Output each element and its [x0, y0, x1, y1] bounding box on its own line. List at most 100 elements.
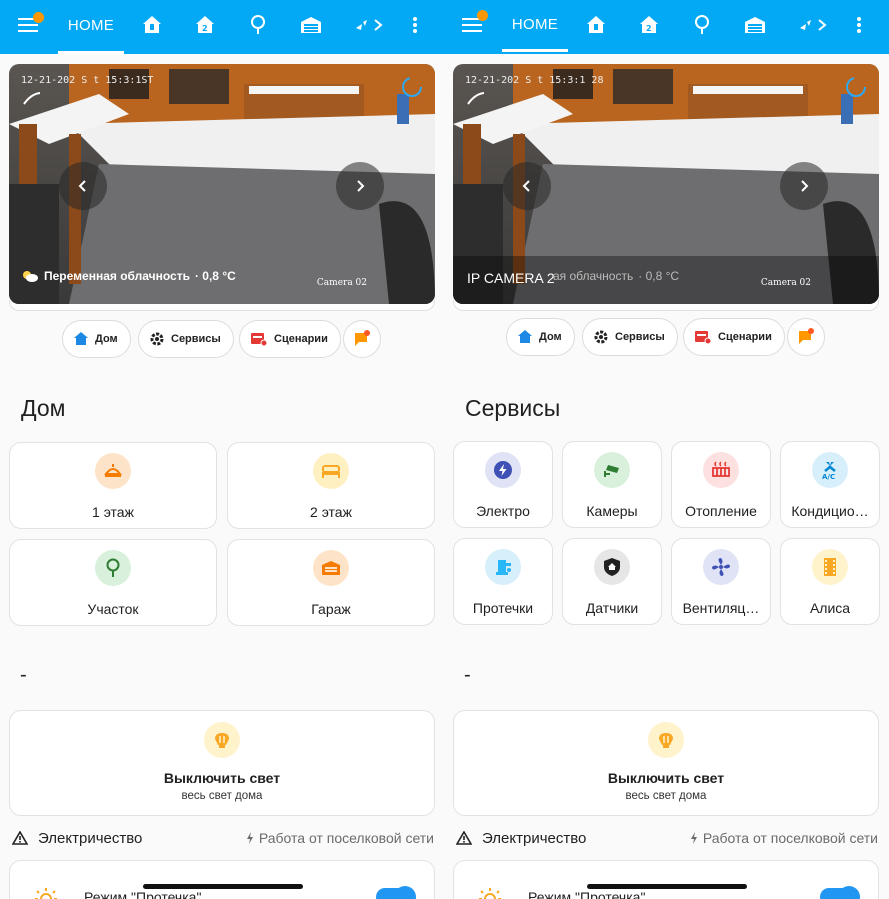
- chip-services[interactable]: Сервисы: [582, 318, 678, 356]
- camera-prev-button[interactable]: [59, 162, 107, 210]
- tab-more-icon[interactable]: [348, 0, 392, 50]
- camera-feed[interactable]: 12-21-202 S t 15:3:1 28 ая облачность · …: [453, 64, 879, 304]
- tree-icon: [95, 550, 131, 586]
- menu-icon[interactable]: [453, 0, 493, 50]
- gear-icon: [150, 332, 164, 346]
- left-panel: HOME 2 12-21-202 S t 15:3:1ST Переменная…: [0, 0, 445, 899]
- chip-home[interactable]: Дом: [506, 318, 575, 356]
- lights-off-button[interactable]: Выключить свет весь свет дома: [9, 710, 435, 816]
- camera-prev-button[interactable]: [503, 162, 551, 210]
- tab-home[interactable]: HOME: [58, 0, 124, 54]
- right-panel: HOME 2 12-21-202 S t 15:3:1 28 ая облачн…: [445, 0, 889, 899]
- weather-text: ая облачность: [553, 269, 634, 283]
- chevron-left-icon: [78, 180, 86, 192]
- tab-home[interactable]: HOME: [502, 0, 568, 52]
- menu-icon[interactable]: [9, 0, 49, 50]
- leak-mode-toggle[interactable]: [820, 886, 860, 899]
- scenes-icon: [251, 333, 268, 347]
- flash-icon: [246, 832, 253, 844]
- tile-floor-1[interactable]: 1 этаж: [9, 442, 217, 529]
- weather-text: Переменная облачность: [44, 269, 190, 283]
- electricity-status: Работа от поселковой сети: [246, 830, 434, 846]
- tab-home-label: HOME: [511, 16, 559, 33]
- tile-floor-2[interactable]: 2 этаж: [227, 442, 435, 529]
- electricity-title: Электричество: [482, 829, 587, 847]
- tile-ventilation[interactable]: Вентиляц…: [671, 538, 771, 625]
- chevron-right-icon: [357, 180, 365, 192]
- ceiling-light-icon: [95, 453, 131, 489]
- tile-electro[interactable]: Электро: [453, 441, 553, 528]
- electricity-status-text: Работа от поселковой сети: [258, 830, 434, 846]
- tile-label: Электро: [476, 503, 530, 519]
- leak-mode-label: Режим "Протечка": [528, 889, 646, 899]
- chevron-left-icon: [522, 180, 530, 192]
- electricity-title: Электричество: [38, 829, 143, 847]
- tree-icon[interactable]: [238, 0, 278, 50]
- chip-scenes[interactable]: Сценарии: [683, 318, 785, 356]
- chip-home[interactable]: Дом: [62, 320, 131, 358]
- camera-next-button[interactable]: [780, 162, 828, 210]
- camera-next-button[interactable]: [336, 162, 384, 210]
- top-app-bar: HOME 2: [0, 0, 445, 54]
- tab-more-icon[interactable]: [792, 0, 836, 50]
- camera-feed[interactable]: 12-21-202 S t 15:3:1ST Переменная облачн…: [9, 64, 435, 304]
- home-floor-icon[interactable]: [576, 0, 616, 50]
- bed-icon: [313, 453, 349, 489]
- chip-scenes-label: Сценарии: [274, 333, 328, 345]
- section-title: Дом: [21, 395, 66, 421]
- chip-notifications[interactable]: [343, 320, 381, 358]
- camera-logo-icon: [23, 92, 41, 111]
- tile-sensors[interactable]: Датчики: [562, 538, 662, 625]
- message-alert-icon: [355, 330, 370, 346]
- leak-mode-row: Режим "Протечка": [9, 860, 435, 899]
- section-title: Сервисы: [465, 395, 561, 421]
- lights-off-button[interactable]: Выключить свет весь свет дома: [453, 710, 879, 816]
- warning-icon: [456, 831, 472, 845]
- leak-mode-toggle[interactable]: [376, 886, 416, 899]
- loading-spinner-icon: [845, 76, 867, 103]
- top-app-bar: HOME 2: [445, 0, 889, 54]
- home-floor-2-icon[interactable]: 2: [629, 0, 669, 50]
- active-tab-indicator: [502, 49, 568, 52]
- weather-temperature: · 0,8 °C: [194, 269, 236, 283]
- chevron-right-icon: [801, 180, 809, 192]
- air-conditioner-icon: A/C: [812, 452, 848, 488]
- garage-icon[interactable]: [735, 0, 775, 50]
- garage-icon: [313, 550, 349, 586]
- tile-label: Протечки: [472, 600, 534, 616]
- tile-air-conditioning[interactable]: A/C Кондицио…: [780, 441, 880, 528]
- electricity-status-text: Работа от поселковой сети: [702, 830, 878, 846]
- camera-name: Camera 02: [760, 278, 811, 288]
- svg-text:2: 2: [646, 24, 652, 33]
- lights-off-icon: [648, 722, 684, 758]
- tree-icon[interactable]: [682, 0, 722, 50]
- tile-garage[interactable]: Гараж: [227, 539, 435, 626]
- notification-dot: [477, 10, 488, 21]
- message-alert-icon: [799, 328, 814, 344]
- chip-services[interactable]: Сервисы: [138, 320, 234, 358]
- chip-notifications[interactable]: [787, 318, 825, 356]
- tile-yard[interactable]: Участок: [9, 539, 217, 626]
- gear-icon: [594, 330, 608, 344]
- tile-alisa[interactable]: Алиса: [780, 538, 880, 625]
- warning-icon: [12, 831, 28, 845]
- more-vert-icon[interactable]: [839, 0, 879, 50]
- home-floor-icon[interactable]: [132, 0, 172, 50]
- tile-label: 1 этаж: [92, 504, 134, 520]
- chip-home-label: Дом: [95, 333, 118, 345]
- weather-overlay: ая облачность · 0,8 °C: [553, 269, 679, 283]
- chip-scenes-label: Сценарии: [718, 331, 772, 343]
- tile-cameras[interactable]: Камеры: [562, 441, 662, 528]
- garage-icon[interactable]: [291, 0, 331, 50]
- weather-sunny-icon: [478, 887, 502, 899]
- tab-home-label: HOME: [67, 17, 115, 34]
- section-dash: -: [464, 664, 471, 686]
- more-vert-icon[interactable]: [395, 0, 435, 50]
- svg-text:2: 2: [202, 24, 208, 33]
- home-floor-2-icon[interactable]: 2: [185, 0, 225, 50]
- lights-off-title: Выключить свет: [607, 770, 725, 786]
- tile-heating[interactable]: Отопление: [671, 441, 771, 528]
- tile-leaks[interactable]: Протечки: [453, 538, 553, 625]
- fan-icon: [703, 549, 739, 585]
- chip-scenes[interactable]: Сценарии: [239, 320, 341, 358]
